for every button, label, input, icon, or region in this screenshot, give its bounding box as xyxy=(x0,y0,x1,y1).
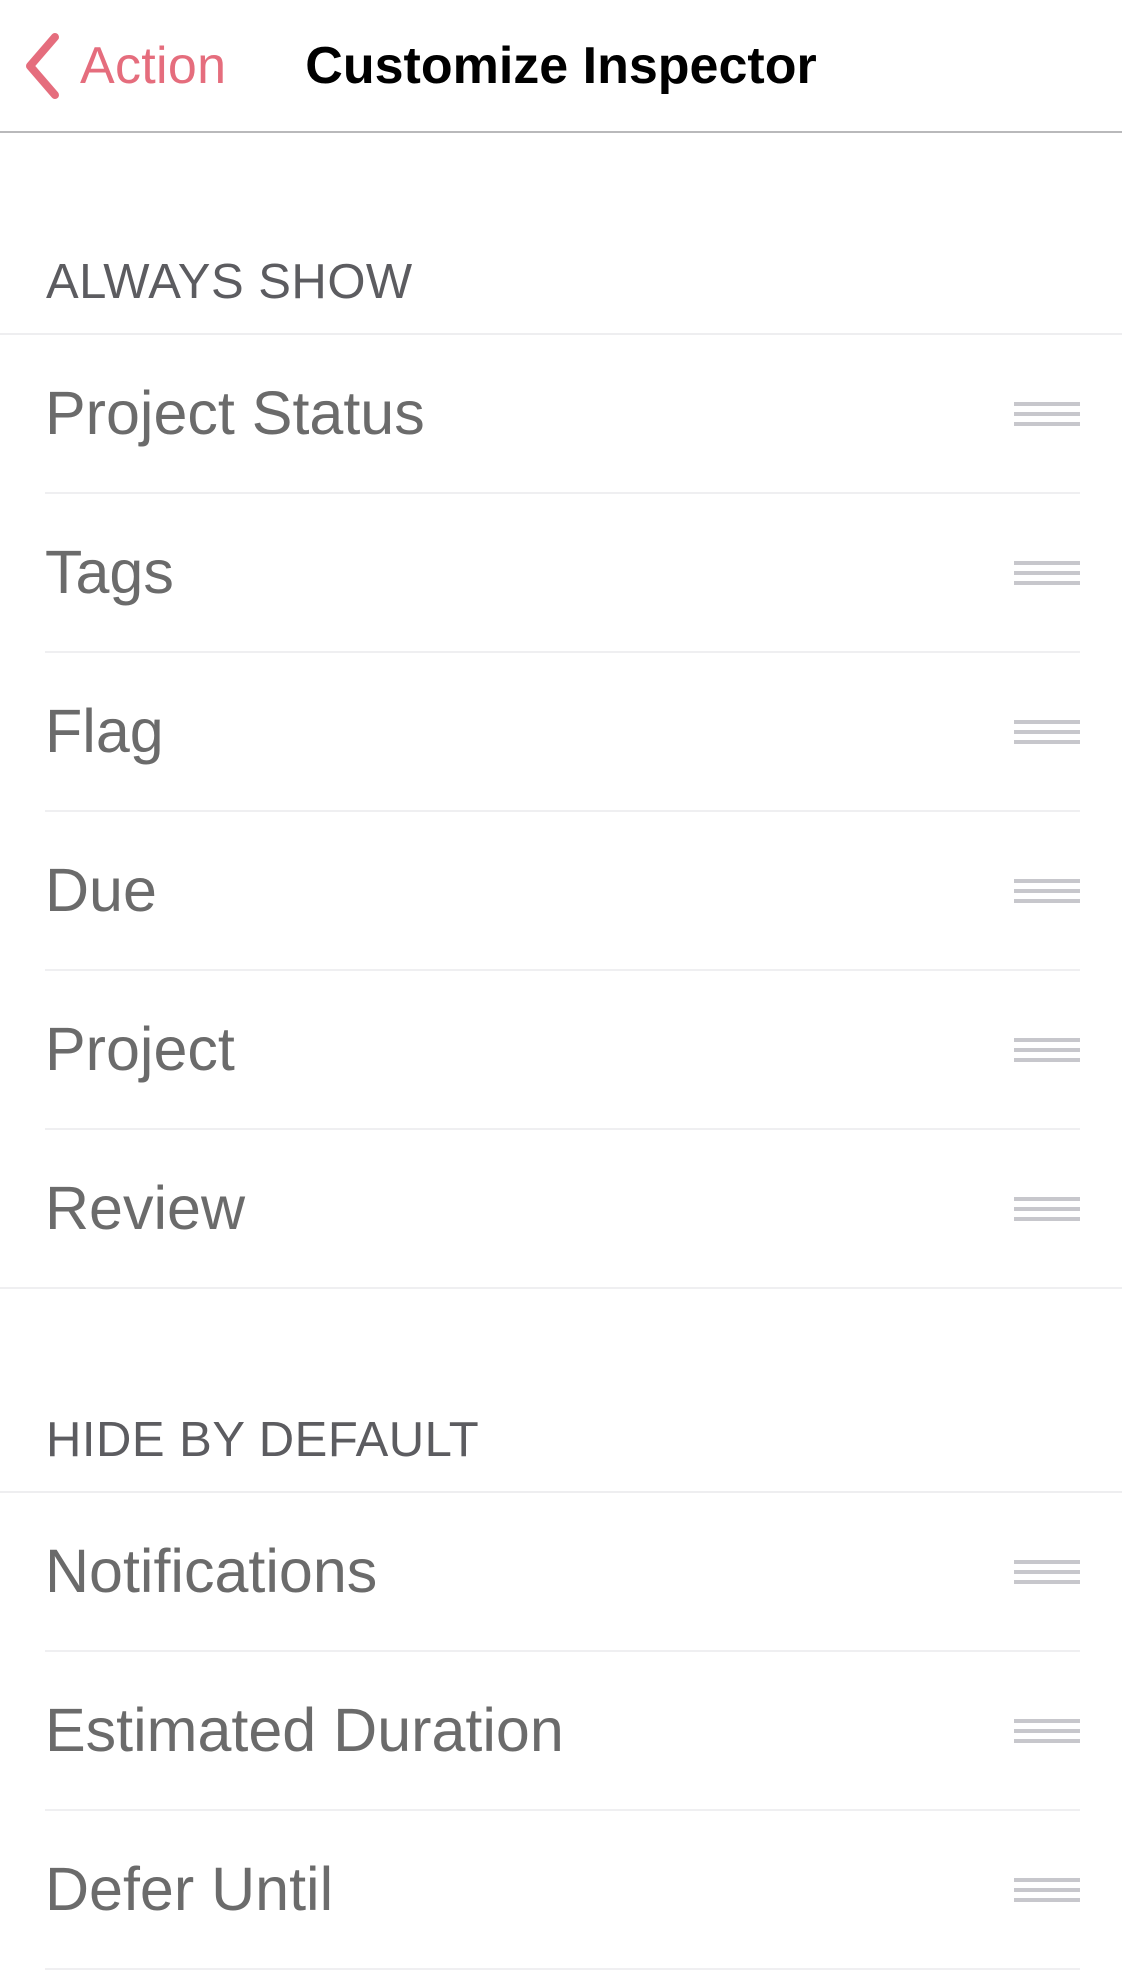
reorder-handle-icon[interactable] xyxy=(1014,1719,1080,1743)
list-item-flag[interactable]: Flag xyxy=(0,653,1122,812)
list-item-label: Defer Until xyxy=(45,1855,334,1923)
list-item-label: Flag xyxy=(45,697,164,765)
list-item-project-status[interactable]: Project Status xyxy=(0,335,1122,494)
list-item-label: Project Status xyxy=(45,379,425,447)
reorder-handle-icon[interactable] xyxy=(1014,561,1080,585)
list-item-label: Estimated Duration xyxy=(45,1696,564,1764)
section-header-always-show: ALWAYS SHOW xyxy=(46,255,413,309)
list-item-estimated-duration[interactable]: Estimated Duration xyxy=(0,1652,1122,1811)
list-item-label: Notifications xyxy=(45,1537,378,1605)
reorder-handle-icon[interactable] xyxy=(1014,1878,1080,1902)
list-item-tags[interactable]: Tags xyxy=(0,494,1122,653)
reorder-handle-icon[interactable] xyxy=(1014,1197,1080,1221)
section-bottom-divider xyxy=(0,1287,1122,1289)
reorder-handle-icon[interactable] xyxy=(1014,1038,1080,1062)
list-item-notifications[interactable]: Notifications xyxy=(0,1493,1122,1652)
list-item-defer-until[interactable]: Defer Until xyxy=(0,1811,1122,1970)
reorder-handle-icon[interactable] xyxy=(1014,879,1080,903)
section-header-hide-by-default: HIDE BY DEFAULT xyxy=(46,1413,480,1467)
list-item-due[interactable]: Due xyxy=(0,812,1122,971)
list-item-project[interactable]: Project xyxy=(0,971,1122,1130)
list-item-review[interactable]: Review xyxy=(0,1130,1122,1289)
list-item-label: Tags xyxy=(45,538,174,606)
navigation-bar: Action Customize Inspector xyxy=(0,0,1122,133)
reorder-handle-icon[interactable] xyxy=(1014,1560,1080,1584)
page-title: Customize Inspector xyxy=(305,37,817,95)
list-item-label: Project xyxy=(45,1015,235,1083)
reorder-handle-icon[interactable] xyxy=(1014,402,1080,426)
list-item-label: Due xyxy=(45,856,157,924)
reorder-handle-icon[interactable] xyxy=(1014,720,1080,744)
list-item-label: Review xyxy=(45,1174,246,1242)
